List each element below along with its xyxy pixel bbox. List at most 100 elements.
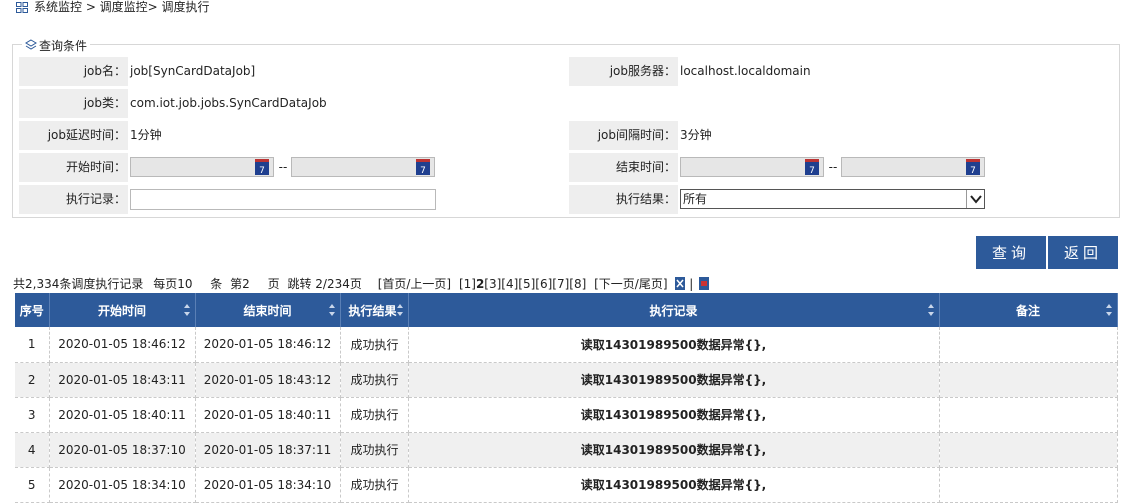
current-page-label: 第2 [230,277,250,291]
job-class-value: com.iot.job.jobs.SynCardDataJob [130,96,327,110]
column-header-note[interactable]: 备注 [939,293,1118,327]
job-class-label: job类： [19,89,128,118]
table-row[interactable]: 2 2020-01-05 18:43:11 2020-01-05 18:43:1… [15,362,1118,398]
exec-result-selected: 所有 [683,192,708,206]
sort-icon[interactable] [1105,304,1112,316]
column-header-start-time[interactable]: 开始时间 [49,293,196,327]
page-link-3[interactable]: [3] [484,276,501,292]
calendar-icon[interactable]: 7 [966,159,980,176]
cell-result: 成功执行 [340,397,409,433]
grid-icon [16,1,28,13]
per-page-label: 每页10 [153,277,193,291]
cell-record: 读取14301989500数据异常{}, [408,327,940,363]
cell-seq: 1 [15,327,50,363]
cell-record: 读取14301989500数据异常{}, [408,362,940,398]
breadcrumb: 系统监控 > 调度监控> 调度执行 [16,0,210,14]
query-button[interactable]: 查询 [976,236,1046,269]
sort-icon[interactable] [183,304,190,316]
cell-result: 成功执行 [340,362,409,398]
cell-record: 读取14301989500数据异常{}, [408,397,940,433]
pager: 共2,334条调度执行记录 每页10 条 第2 页 跳转 2/234页 [首页/… [13,276,710,292]
header-label: 执行记录 [649,303,698,318]
back-button[interactable]: 返回 [1048,236,1118,269]
cell-note [939,432,1118,468]
page-link-5[interactable]: [5] [518,276,535,292]
per-page-unit: 条 [210,277,223,291]
exec-record-input[interactable] [130,189,436,210]
page-link-4[interactable]: [4] [501,276,518,292]
cell-seq: 5 [15,467,50,503]
page-jump[interactable]: 跳转 2/234页 [287,276,361,292]
exec-record-table: 序号 开始时间 结束时间 执行结果 执行记录 备注 1 2020-01-05 1… [15,293,1118,503]
job-delay-value: 1分钟 [130,128,162,142]
page-current-2: 2 [475,277,485,291]
page-link-6[interactable]: [6] [535,276,552,292]
page-link-8[interactable]: [8] [569,276,586,292]
column-header-record[interactable]: 执行记录 [408,293,940,327]
export-separator: | [689,277,694,291]
exec-result-select[interactable]: 所有 [680,189,985,209]
job-name-value: job[SynCardDataJob] [130,64,256,78]
start-time-label: 开始时间： [19,153,128,182]
job-server-label: job服务器： [569,57,678,86]
cell-record: 读取14301989500数据异常{}, [408,467,940,503]
next-last-link[interactable]: [下一页/尾页] [594,276,667,292]
exec-result-label: 执行结果： [569,185,678,214]
job-interval-label: job间隔时间： [569,121,678,150]
chevron-down-icon[interactable] [966,190,984,208]
table-row[interactable]: 5 2020-01-05 18:34:10 2020-01-05 18:34:1… [15,467,1118,503]
calendar-icon[interactable]: 7 [255,159,269,176]
end-time-label: 结束时间： [569,153,678,182]
job-delay-label: job延迟时间： [19,121,128,150]
cell-note [939,397,1118,433]
cell-result: 成功执行 [340,432,409,468]
start-time-from-input[interactable]: 7 [130,157,274,177]
calendar-icon[interactable]: 7 [416,159,430,176]
exec-record-label: 执行记录： [19,185,128,214]
table-row[interactable]: 4 2020-01-05 18:37:10 2020-01-05 18:37:1… [15,432,1118,468]
table-row[interactable]: 1 2020-01-05 18:46:12 2020-01-05 18:46:1… [15,327,1118,363]
page-link-7[interactable]: [7] [552,276,569,292]
page-unit: 页 [267,277,280,291]
end-time-from-input[interactable]: 7 [680,157,824,177]
cell-note [939,467,1118,503]
header-label: 备注 [1015,303,1040,318]
pdf-export-icon[interactable] [699,277,710,290]
column-header-end-time[interactable]: 结束时间 [195,293,341,327]
query-legend-label: 查询条件 [39,38,88,53]
pager-summary: 共2,334条调度执行记录 [13,277,144,291]
page-link-1[interactable]: [1] [459,276,476,292]
column-header-result[interactable]: 执行结果 [340,293,409,327]
end-time-to-input[interactable]: 7 [841,157,985,177]
cell-end-time: 2020-01-05 18:46:12 [195,327,341,363]
table-row[interactable]: 3 2020-01-05 18:40:11 2020-01-05 18:40:1… [15,397,1118,433]
header-label: 开始时间 [97,303,146,318]
cell-seq: 2 [15,362,50,398]
cell-note [939,327,1118,363]
cell-end-time: 2020-01-05 18:37:11 [195,432,341,468]
sort-icon[interactable] [328,304,335,316]
start-time-to-input[interactable]: 7 [291,157,435,177]
cell-end-time: 2020-01-05 18:40:11 [195,397,341,433]
calendar-icon[interactable]: 7 [805,159,819,176]
excel-export-icon[interactable] [675,277,686,290]
cell-start-time: 2020-01-05 18:43:11 [49,362,196,398]
cell-result: 成功执行 [340,327,409,363]
breadcrumb-text: 系统监控 > 调度监控> 调度执行 [34,0,210,14]
cell-start-time: 2020-01-05 18:34:10 [49,467,196,503]
cell-seq: 3 [15,397,50,433]
header-label: 结束时间 [243,303,292,318]
cell-result: 成功执行 [340,467,409,503]
cell-end-time: 2020-01-05 18:43:12 [195,362,341,398]
cell-start-time: 2020-01-05 18:37:10 [49,432,196,468]
column-header-seq[interactable]: 序号 [15,293,50,327]
first-prev-link[interactable]: [首页/上一页] [378,276,451,292]
cell-end-time: 2020-01-05 18:34:10 [195,467,341,503]
cell-start-time: 2020-01-05 18:46:12 [49,327,196,363]
query-legend: 查询条件 [22,38,91,53]
header-label: 执行结果 [348,303,397,318]
sort-icon[interactable] [927,304,934,316]
sort-icon[interactable] [396,304,403,316]
cell-note [939,362,1118,398]
date-separator: -- [828,160,838,174]
